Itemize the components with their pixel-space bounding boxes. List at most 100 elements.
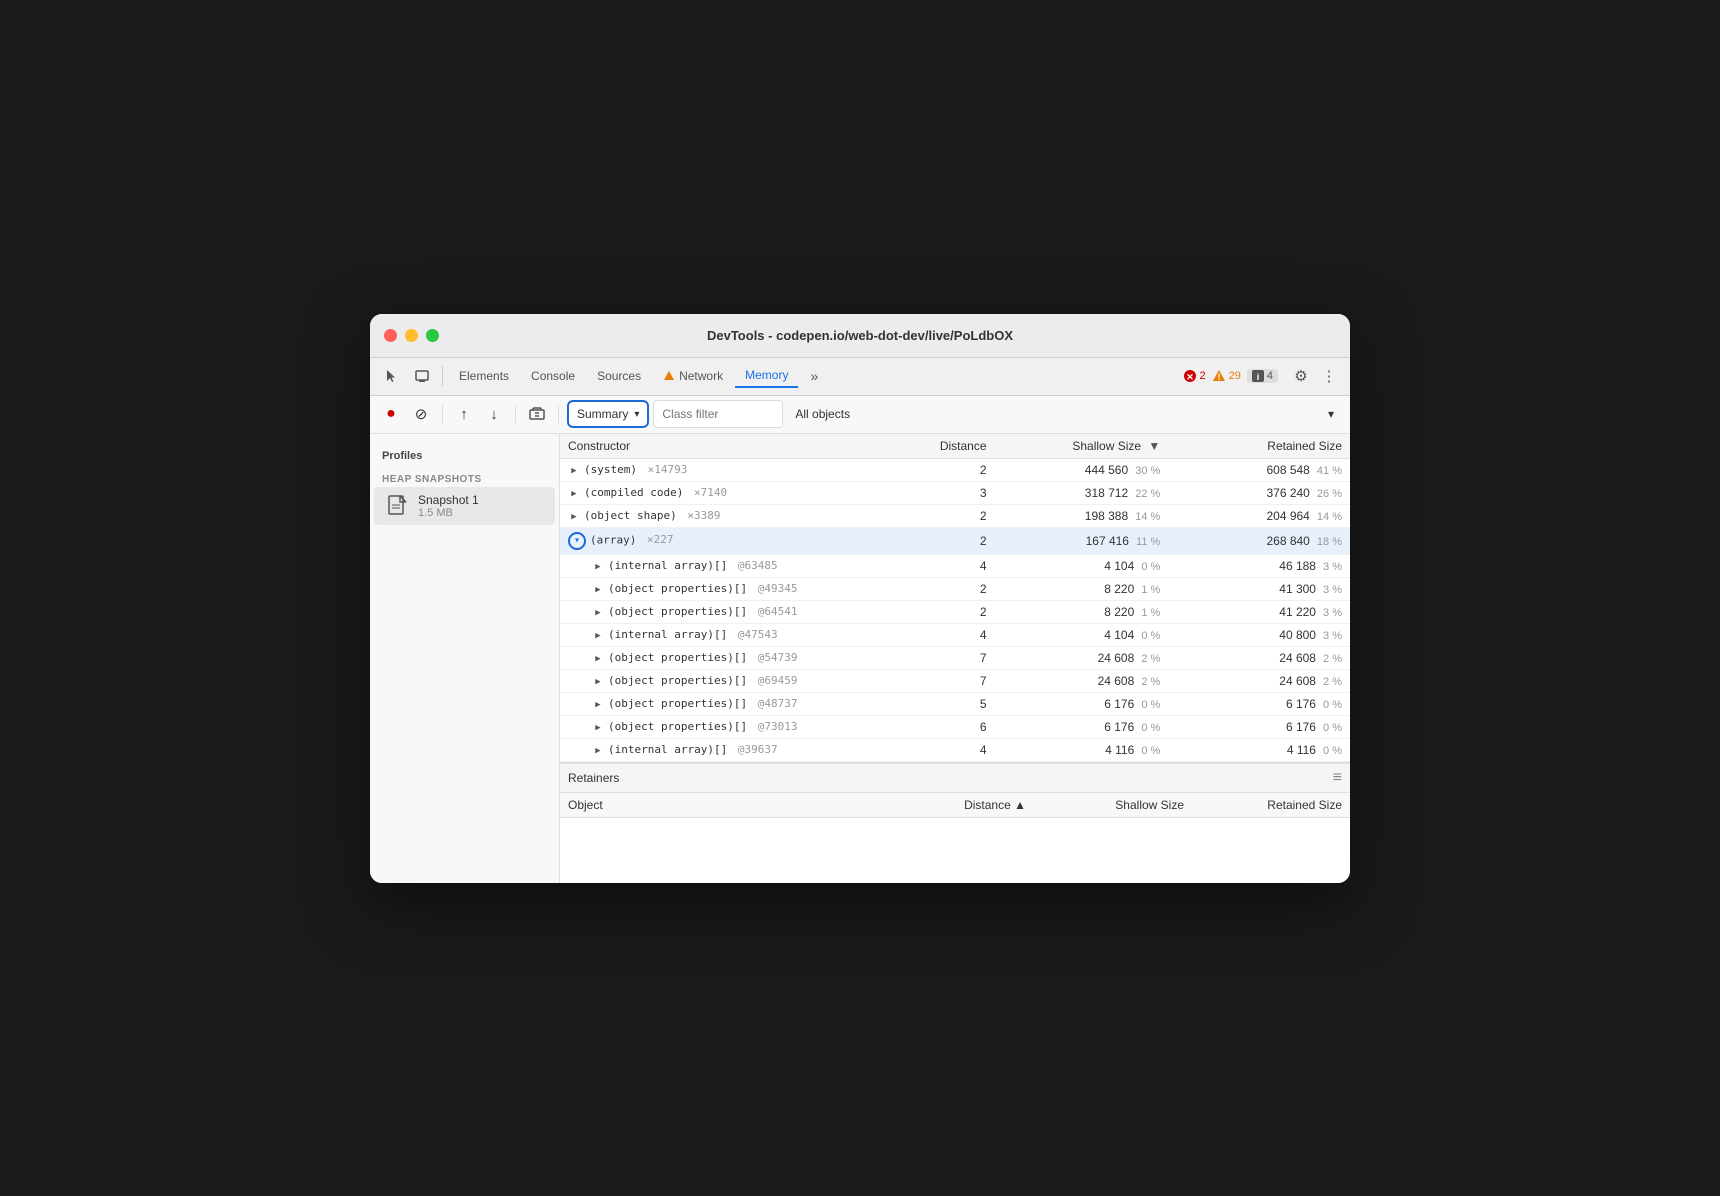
all-objects-dropdown[interactable]: All objects ▾ bbox=[787, 400, 1342, 428]
table-row[interactable]: ▶(object properties)[] @4873756 176 0 %6… bbox=[560, 692, 1350, 715]
constructor-cell: ▶(object shape) ×3389 bbox=[560, 504, 916, 527]
at-label: @73013 bbox=[751, 720, 797, 733]
device-toolbar-button[interactable] bbox=[408, 362, 436, 390]
expand-button[interactable]: ▶ bbox=[592, 699, 604, 711]
warning-badge: ! 29 bbox=[1212, 369, 1241, 383]
expand-button[interactable]: ▶ bbox=[592, 676, 604, 688]
retained-size-cell: 6 176 0 % bbox=[1168, 715, 1350, 738]
expand-button[interactable]: ▶ bbox=[592, 745, 604, 757]
constructor-cell: ▶(object properties)[] @54739 bbox=[560, 646, 916, 669]
expand-button[interactable]: ▶ bbox=[592, 653, 604, 665]
at-label: @39637 bbox=[731, 743, 777, 756]
tabbar: Elements Console Sources Network Memory … bbox=[370, 358, 1350, 396]
more-tabs-button[interactable]: » bbox=[800, 362, 828, 390]
distance-cell: 4 bbox=[916, 623, 995, 646]
retainers-menu-icon[interactable]: ≡ bbox=[1333, 769, 1342, 787]
snapshot1-info: Snapshot 1 1.5 MB bbox=[418, 493, 479, 519]
record-button[interactable]: ● bbox=[378, 401, 404, 427]
retainers-distance-header[interactable]: Distance ▲ bbox=[916, 793, 1035, 818]
table-row[interactable]: ▶(internal array)[] @4754344 104 0 %40 8… bbox=[560, 623, 1350, 646]
clear-button[interactable]: ⊘ bbox=[408, 401, 434, 427]
retainers-object-header[interactable]: Object bbox=[560, 793, 916, 818]
shallow-size-header[interactable]: Shallow Size ▼ bbox=[995, 434, 1169, 459]
retained-size-header[interactable]: Retained Size bbox=[1168, 434, 1350, 459]
constructor-cell: ▶(system) ×14793 bbox=[560, 458, 916, 481]
settings-button[interactable]: ⚙ bbox=[1288, 363, 1314, 389]
upload-button[interactable]: ↑ bbox=[451, 401, 477, 427]
svg-text:✕: ✕ bbox=[1186, 372, 1194, 382]
table-row[interactable]: ▶(internal array)[] @6348544 104 0 %46 1… bbox=[560, 554, 1350, 577]
shallow-size-cell: 318 712 22 % bbox=[995, 481, 1169, 504]
heap-snapshots-title: HEAP SNAPSHOTS bbox=[370, 466, 559, 487]
table-row[interactable]: ▶(compiled code) ×71403318 712 22 %376 2… bbox=[560, 481, 1350, 504]
titlebar: DevTools - codepen.io/web-dot-dev/live/P… bbox=[370, 314, 1350, 358]
class-filter-input[interactable] bbox=[653, 400, 783, 428]
table-row[interactable]: ▶(internal array)[] @3963744 116 0 %4 11… bbox=[560, 738, 1350, 761]
distance-header[interactable]: Distance bbox=[916, 434, 995, 459]
tab-sources[interactable]: Sources bbox=[587, 365, 651, 387]
retained-size-cell: 46 188 3 % bbox=[1168, 554, 1350, 577]
maximize-button[interactable] bbox=[426, 329, 439, 342]
retained-size-cell: 608 548 41 % bbox=[1168, 458, 1350, 481]
retained-size-cell: 40 800 3 % bbox=[1168, 623, 1350, 646]
cursor-tool-button[interactable] bbox=[378, 362, 406, 390]
tab-separator bbox=[442, 366, 443, 386]
table-row[interactable]: ▶(object shape) ×33892198 388 14 %204 96… bbox=[560, 504, 1350, 527]
expand-button[interactable]: ▶ bbox=[568, 488, 580, 500]
all-objects-chevron-icon: ▾ bbox=[1328, 407, 1334, 421]
tab-network[interactable]: Network bbox=[653, 365, 733, 387]
expand-button[interactable]: ▶ bbox=[592, 561, 604, 573]
toolbar: ● ⊘ ↑ ↓ Summary ▾ All objects ▾ bbox=[370, 396, 1350, 434]
expand-button[interactable]: ▶ bbox=[592, 584, 604, 596]
snapshot1-size: 1.5 MB bbox=[418, 507, 479, 519]
constructor-cell: ▶(internal array)[] @39637 bbox=[560, 738, 916, 761]
constructor-cell: ▶(object properties)[] @69459 bbox=[560, 669, 916, 692]
table-row[interactable]: ▶(object properties)[] @69459724 608 2 %… bbox=[560, 669, 1350, 692]
expand-button[interactable]: ▾ bbox=[568, 532, 586, 550]
constructor-cell: ▶(compiled code) ×7140 bbox=[560, 481, 916, 504]
table-row[interactable]: ▶(object properties)[] @4934528 220 1 %4… bbox=[560, 577, 1350, 600]
download-button[interactable]: ↓ bbox=[481, 401, 507, 427]
tab-memory[interactable]: Memory bbox=[735, 364, 798, 388]
tab-elements[interactable]: Elements bbox=[449, 365, 519, 387]
devtools-window: DevTools - codepen.io/web-dot-dev/live/P… bbox=[370, 314, 1350, 883]
close-button[interactable] bbox=[384, 329, 397, 342]
distance-cell: 7 bbox=[916, 646, 995, 669]
shallow-size-cell: 198 388 14 % bbox=[995, 504, 1169, 527]
distance-cell: 2 bbox=[916, 504, 995, 527]
table-row[interactable]: ▶(object properties)[] @6454128 220 1 %4… bbox=[560, 600, 1350, 623]
retained-size-cell: 268 840 18 % bbox=[1168, 527, 1350, 554]
retainers-shallow-header[interactable]: Shallow Size bbox=[1034, 793, 1192, 818]
at-label: @63485 bbox=[731, 559, 777, 572]
minimize-button[interactable] bbox=[405, 329, 418, 342]
collect-button[interactable] bbox=[524, 401, 550, 427]
at-label: @49345 bbox=[751, 582, 797, 595]
expand-button[interactable]: ▶ bbox=[592, 630, 604, 642]
expand-button[interactable]: ▶ bbox=[592, 722, 604, 734]
info-badge: i 4 bbox=[1247, 369, 1278, 383]
retainers-retained-header[interactable]: Retained Size bbox=[1192, 793, 1350, 818]
distance-cell: 2 bbox=[916, 527, 995, 554]
more-options-button[interactable]: ⋮ bbox=[1316, 363, 1342, 389]
retained-size-cell: 4 116 0 % bbox=[1168, 738, 1350, 761]
badge-area: ✕ 2 ! 29 i 4 bbox=[1183, 369, 1279, 383]
summary-dropdown[interactable]: Summary ▾ bbox=[567, 400, 649, 428]
retained-size-cell: 41 220 3 % bbox=[1168, 600, 1350, 623]
constructor-cell: ▶(internal array)[] @63485 bbox=[560, 554, 916, 577]
sidebar-item-snapshot1[interactable]: Snapshot 1 1.5 MB bbox=[374, 487, 555, 525]
table-row[interactable]: ▶(system) ×147932444 560 30 %608 548 41 … bbox=[560, 458, 1350, 481]
at-label: @64541 bbox=[751, 605, 797, 618]
table-row[interactable]: ▶(object properties)[] @7301366 176 0 %6… bbox=[560, 715, 1350, 738]
retained-size-cell: 6 176 0 % bbox=[1168, 692, 1350, 715]
constructor-cell: ▶(object properties)[] @48737 bbox=[560, 692, 916, 715]
shallow-size-cell: 444 560 30 % bbox=[995, 458, 1169, 481]
retained-size-cell: 24 608 2 % bbox=[1168, 646, 1350, 669]
expand-button[interactable]: ▶ bbox=[592, 607, 604, 619]
svg-text:!: ! bbox=[1217, 372, 1220, 382]
expand-button[interactable]: ▶ bbox=[568, 511, 580, 523]
table-row[interactable]: ▾(array) ×2272167 416 11 %268 840 18 % bbox=[560, 527, 1350, 554]
tab-console[interactable]: Console bbox=[521, 365, 585, 387]
expand-button[interactable]: ▶ bbox=[568, 465, 580, 477]
table-row[interactable]: ▶(object properties)[] @547397 24 608 2 %… bbox=[560, 646, 1350, 669]
constructor-header[interactable]: Constructor bbox=[560, 434, 916, 459]
